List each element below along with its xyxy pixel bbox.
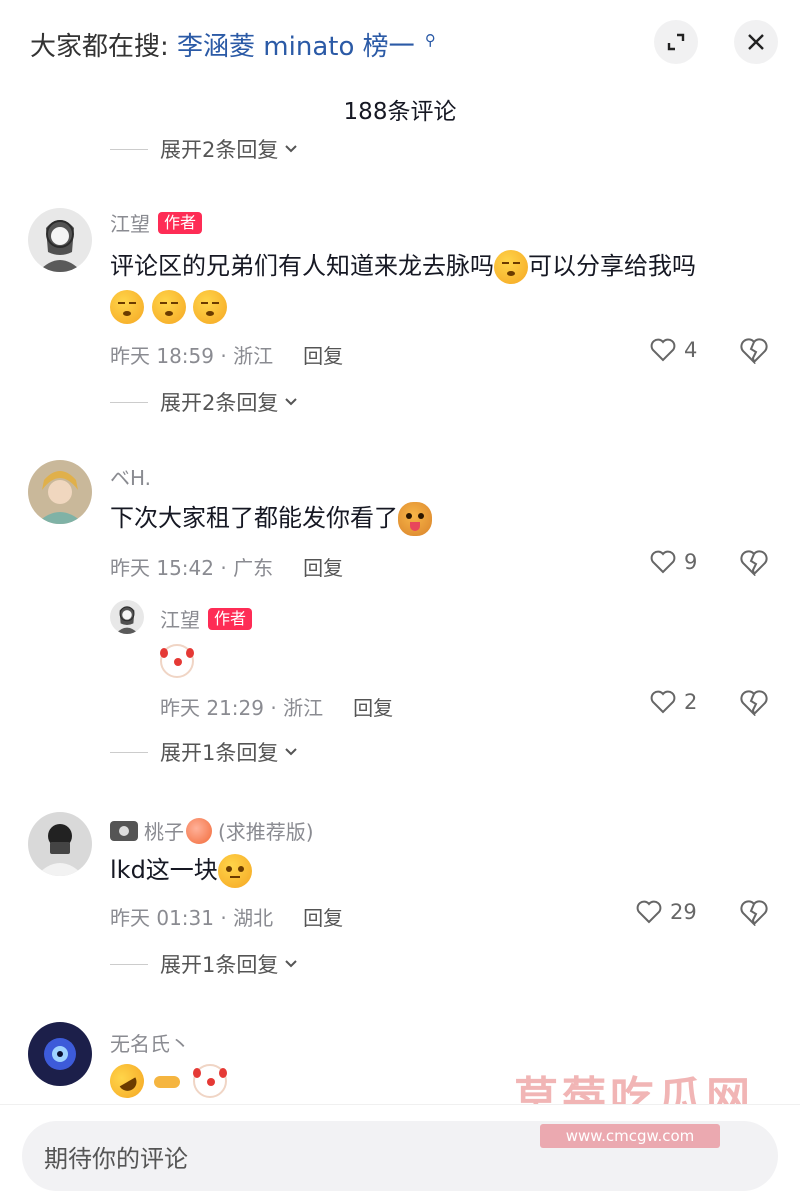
comment-author[interactable]: 桃子 (求推荐版) <box>110 816 314 845</box>
expand-replies-button[interactable]: 展开1条回复 <box>110 949 298 979</box>
like-count: 9 <box>684 550 698 574</box>
comment-input-placeholder: 期待你的评论 <box>44 1144 188 1173</box>
reply-text <box>160 640 194 680</box>
expand-replies-label: 展开2条回复 <box>160 391 279 415</box>
dog-face-emoji <box>398 502 432 536</box>
comment-author[interactable]: 江望 作者 <box>110 208 203 237</box>
author-name[interactable]: 无名氏丶 <box>110 1028 190 1057</box>
divider-line <box>110 963 148 965</box>
comment-meta: 昨天 01:31 · 湖北 回复 <box>110 902 343 931</box>
collapse-icon <box>667 33 685 51</box>
chevron-down-icon <box>285 960 298 968</box>
heart-icon <box>650 690 676 714</box>
chevron-down-icon <box>285 748 298 756</box>
reply-button[interactable]: 回复 <box>303 556 343 580</box>
thinking-face-emoji <box>217 854 252 888</box>
reply-button[interactable]: 回复 <box>303 906 343 930</box>
comment-text-part: 下次大家租了都能发你看了 <box>110 504 398 532</box>
close-button[interactable] <box>734 20 778 64</box>
heart-icon <box>650 550 676 574</box>
search-keyword[interactable]: 李涵菱 minato 榜一 <box>177 32 415 62</box>
search-icon[interactable]: ⚲ <box>425 31 436 49</box>
expand-replies-button[interactable]: 展开2条回复 <box>110 387 298 417</box>
sleepy-face-emoji <box>110 290 144 324</box>
reply-button[interactable]: 回复 <box>353 696 393 720</box>
avatar[interactable] <box>28 208 92 272</box>
author-name[interactable]: 桃子 <box>144 816 184 845</box>
avatar[interactable] <box>28 1022 92 1086</box>
comment-text-part: 评论区的兄弟们有人知道来龙去脉吗 <box>110 252 494 280</box>
sleepy-face-emoji <box>151 290 186 324</box>
like-button[interactable]: 2 <box>650 690 697 714</box>
like-button[interactable]: 29 <box>636 900 697 924</box>
comment-author[interactable]: ベH. <box>110 462 151 491</box>
sleepy-face-emoji <box>494 250 528 284</box>
author-badge: 作者 <box>158 211 203 234</box>
divider-line <box>110 751 148 753</box>
heart-icon <box>650 338 676 362</box>
avatar[interactable] <box>28 460 92 524</box>
comment-text: 下次大家租了都能发你看了 <box>110 498 770 538</box>
broken-heart-icon[interactable] <box>740 550 768 576</box>
reply-time: 昨天 21:29 · 浙江 <box>160 696 324 720</box>
comment-time: 昨天 18:59 · 浙江 <box>110 344 274 368</box>
camera-icon <box>110 820 138 841</box>
author-name[interactable]: 江望 <box>160 604 200 633</box>
watermark-url: www.cmcgw.com <box>540 1124 720 1148</box>
divider-line <box>110 401 148 403</box>
comment-meta: 昨天 18:59 · 浙江 回复 <box>110 340 343 369</box>
expand-replies-label: 展开1条回复 <box>160 741 279 765</box>
like-count: 29 <box>670 900 697 924</box>
comment-text-part: 可以分享给我吗 <box>528 252 696 280</box>
avatar[interactable] <box>28 812 92 876</box>
comment-list[interactable]: 展开2条回复 江望 作者 评论区的兄弟们有人知道来龙去脉吗 可以分享给我吗 昨天 … <box>0 128 800 1104</box>
author-name-suffix: (求推荐版) <box>218 820 314 844</box>
collapse-button[interactable] <box>654 20 698 64</box>
reply-author[interactable]: 江望 作者 <box>160 604 253 633</box>
expand-replies-label: 展开1条回复 <box>160 953 279 977</box>
comment-text-part: lkd这一块 <box>110 856 218 884</box>
clown-face-emoji <box>160 644 194 678</box>
comment-count-title: 188条评论 <box>343 99 457 125</box>
broken-heart-icon[interactable] <box>740 900 768 926</box>
reply-avatar[interactable] <box>110 600 144 634</box>
comment-text: lkd这一块 <box>110 850 770 890</box>
comment-input-bar: 期待你的评论 <box>0 1104 800 1200</box>
author-name[interactable]: ベH. <box>110 462 151 491</box>
like-button[interactable]: 9 <box>650 550 697 574</box>
pointing-hand-emoji <box>152 1064 186 1098</box>
close-icon <box>748 34 764 50</box>
comment-text <box>103 1057 228 1104</box>
search-prefix: 大家都在搜: <box>30 32 169 62</box>
heart-icon <box>636 900 662 924</box>
reply-button[interactable]: 回复 <box>303 344 343 368</box>
like-count: 4 <box>684 338 698 362</box>
chevron-down-icon <box>285 398 298 406</box>
author-badge: 作者 <box>208 607 253 630</box>
broken-heart-icon[interactable] <box>740 690 768 716</box>
peach-emoji <box>186 817 212 844</box>
expand-replies-label: 展开2条回复 <box>160 138 279 162</box>
comment-time: 昨天 15:42 · 广东 <box>110 556 274 580</box>
divider-line <box>110 148 148 150</box>
author-name[interactable]: 江望 <box>110 208 150 237</box>
expand-replies-button[interactable]: 展开2条回复 <box>110 138 298 164</box>
reply-meta: 昨天 21:29 · 浙江 回复 <box>160 692 393 721</box>
rolling-laughing-emoji <box>103 1057 151 1104</box>
clown-face-emoji <box>193 1064 228 1098</box>
comment-meta: 昨天 15:42 · 广东 回复 <box>110 552 343 581</box>
expand-replies-button[interactable]: 展开1条回复 <box>110 737 298 767</box>
comment-author[interactable]: 无名氏丶 <box>110 1028 190 1057</box>
broken-heart-icon[interactable] <box>740 338 768 364</box>
like-count: 2 <box>684 690 698 714</box>
top-bar: 大家都在搜: 李涵菱 minato 榜一 ⚲ <box>0 0 800 88</box>
comment-text: 评论区的兄弟们有人知道来龙去脉吗 可以分享给我吗 <box>110 246 770 326</box>
like-button[interactable]: 4 <box>650 338 697 362</box>
comment-time: 昨天 01:31 · 湖北 <box>110 906 274 930</box>
sleepy-face-emoji <box>193 290 228 324</box>
chevron-down-icon <box>285 145 298 153</box>
search-suggestion[interactable]: 大家都在搜: 李涵菱 minato 榜一 ⚲ <box>30 26 436 63</box>
